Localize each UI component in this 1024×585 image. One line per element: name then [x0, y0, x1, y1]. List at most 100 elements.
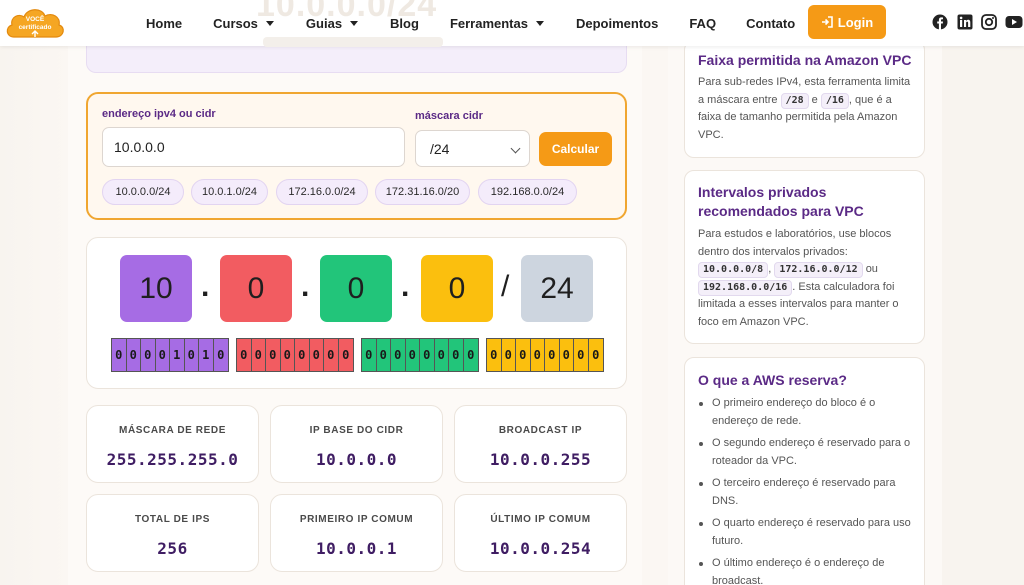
octet-value: 0 — [247, 271, 265, 305]
ip-input[interactable]: 10.0.0.0 — [102, 127, 405, 167]
nav-home-label: Home — [146, 15, 183, 31]
mask-select-label: máscara cidr — [415, 110, 483, 122]
sidebar-card-vpc-range: Faixa permitida na Amazon VPC Para sub-r… — [684, 40, 925, 158]
nav-ferramentas-label: Ferramentas — [449, 15, 528, 31]
login-label: Login — [837, 14, 874, 30]
sidebar-card-text: Para estudos e laboratórios, use blocos … — [698, 226, 916, 331]
bit-cell: 0 — [185, 339, 199, 371]
preset-chip[interactable]: 10.0.1.0/24 — [191, 179, 268, 205]
bit-cell: 0 — [531, 339, 545, 371]
bit-cell: 0 — [237, 339, 252, 371]
bit-cell: 0 — [391, 339, 406, 371]
ip-visualizer-card: 10 . 0 . 0 . 0 / 24 00001010 00000000 00… — [86, 237, 627, 389]
bit-cell: 0 — [377, 339, 391, 371]
nav-links: Home Cursos Guias Blog Ferramentas Depoi… — [146, 0, 795, 46]
facebook-icon[interactable] — [932, 14, 948, 30]
sidebar-card-title: O que a AWS reserva? — [698, 372, 847, 388]
binary-octet-4: 00000000 — [486, 338, 604, 372]
list-item: O segundo endereço é reservado para o ro… — [699, 435, 917, 470]
bit-cell: 0 — [435, 339, 449, 371]
nav-guias-label: Guias — [305, 15, 343, 31]
text-fragment: , — [768, 263, 772, 275]
stat-card-base-ip: IP BASE DO CIDR 10.0.0.0 — [270, 405, 443, 483]
stat-value: 255.255.255.0 — [106, 450, 239, 469]
bit-cell: 0 — [592, 348, 600, 362]
preset-chip-label: 192.168.0.0/24 — [490, 186, 565, 198]
octet-box-3: 0 — [320, 255, 392, 322]
nav-faq[interactable]: FAQ — [689, 16, 716, 31]
stat-label: ÚLTIMO IP COMUM — [490, 514, 591, 525]
nav-guias[interactable]: Guias — [305, 15, 359, 31]
bit-cell: 1 — [199, 339, 214, 371]
prefix-box: 24 — [521, 255, 593, 322]
stat-label: TOTAL DE IPS — [135, 514, 210, 525]
stat-label: MÁSCARA DE REDE — [119, 425, 226, 436]
stat-card-broadcast: BROADCAST IP 10.0.0.255 — [454, 405, 627, 483]
bit-cell: 0 — [502, 339, 516, 371]
nav-cursos[interactable]: Cursos — [213, 16, 274, 31]
bit-cell: 0 — [449, 339, 464, 371]
bit-cell: 0 — [342, 348, 350, 362]
bit-cell: 0 — [362, 339, 377, 371]
preset-chip[interactable]: 172.31.16.0/20 — [375, 179, 470, 205]
stat-value: 10.0.0.255 — [489, 450, 592, 469]
list-item: O quarto endereço é reservado para uso f… — [699, 515, 917, 550]
linkedin-icon[interactable] — [957, 14, 973, 30]
bit-cell: 0 — [310, 339, 324, 371]
binary-octet-3: 00000000 — [361, 338, 479, 372]
stat-value: 10.0.0.0 — [315, 450, 398, 469]
bit-cell: 0 — [281, 339, 295, 371]
preset-chip[interactable]: 172.16.0.0/24 — [276, 179, 368, 205]
preset-chip-label: 172.16.0.0/24 — [288, 186, 356, 198]
nav-blog[interactable]: Blog — [390, 16, 419, 31]
text-fragment: ou — [865, 263, 878, 275]
bit-cell: 1 — [170, 339, 185, 371]
preset-chip[interactable]: 192.168.0.0/24 — [478, 179, 577, 205]
bit-cell: 0 — [252, 339, 266, 371]
dot-separator: . — [401, 270, 410, 303]
calculate-label: Calcular — [551, 142, 600, 156]
nav-cursos-label: Cursos — [213, 15, 258, 31]
nav-ferramentas[interactable]: Ferramentas — [450, 16, 544, 31]
nav-home[interactable]: Home — [146, 16, 182, 31]
bit-cell: 0 — [156, 339, 170, 371]
logo-text-bottom: certificado — [19, 24, 52, 31]
bit-cell: 0 — [217, 348, 225, 362]
bit-cell: 0 — [406, 339, 420, 371]
calculate-button[interactable]: Calcular — [539, 132, 612, 166]
bit-cell: 0 — [112, 339, 127, 371]
stat-card-last-ip: ÚLTIMO IP COMUM 10.0.0.254 — [454, 494, 627, 572]
bit-cell: 0 — [295, 339, 310, 371]
stat-card-first-ip: PRIMEIRO IP COMUM 10.0.0.1 — [270, 494, 443, 572]
bit-cell: 0 — [560, 339, 574, 371]
youtube-icon[interactable] — [1005, 14, 1023, 30]
sidebar-card-title: Faixa permitida na Amazon VPC — [698, 52, 912, 68]
site-logo[interactable]: VOCÊ certificado — [4, 3, 66, 43]
stat-label: BROADCAST IP — [498, 425, 583, 436]
preset-chip[interactable]: 10.0.0.0/24 — [102, 179, 184, 205]
chevron-down-icon — [350, 20, 359, 26]
nav-blog-label: Blog — [390, 15, 419, 31]
login-button[interactable]: Login — [808, 5, 886, 39]
text-fragment: e — [811, 93, 818, 106]
mask-select[interactable]: /24 — [415, 130, 530, 167]
logo-text-top: VOCÊ — [26, 14, 45, 23]
sidebar-card-text: Para sub-redes IPv4, esta ferramenta lim… — [698, 74, 916, 144]
nav-depoimentos-label: Depoimentos — [575, 15, 659, 31]
text-fragment: Para estudos e laboratórios, use blocos … — [698, 228, 892, 258]
octet-value: 0 — [448, 271, 466, 305]
dot-separator: . — [201, 270, 210, 303]
bit-cell: 0 — [420, 339, 435, 371]
login-icon — [821, 16, 833, 28]
ip-input-value: 10.0.0.0 — [114, 139, 165, 155]
instagram-icon[interactable] — [981, 14, 997, 30]
octet-box-2: 0 — [220, 255, 292, 322]
preset-chip-label: 10.0.1.0/24 — [201, 186, 258, 198]
nav-depoimentos[interactable]: Depoimentos — [576, 16, 658, 31]
code-snippet: /28 — [780, 92, 809, 109]
binary-octet-2: 00000000 — [236, 338, 354, 372]
top-navbar: VOCÊ certificado Home Cursos Guias Blog … — [0, 0, 1024, 46]
sidebar-card-aws-reserved: O que a AWS reserva? O primeiro endereço… — [684, 357, 925, 585]
nav-contato[interactable]: Contato — [746, 16, 795, 31]
stat-value: 10.0.0.1 — [315, 539, 398, 558]
